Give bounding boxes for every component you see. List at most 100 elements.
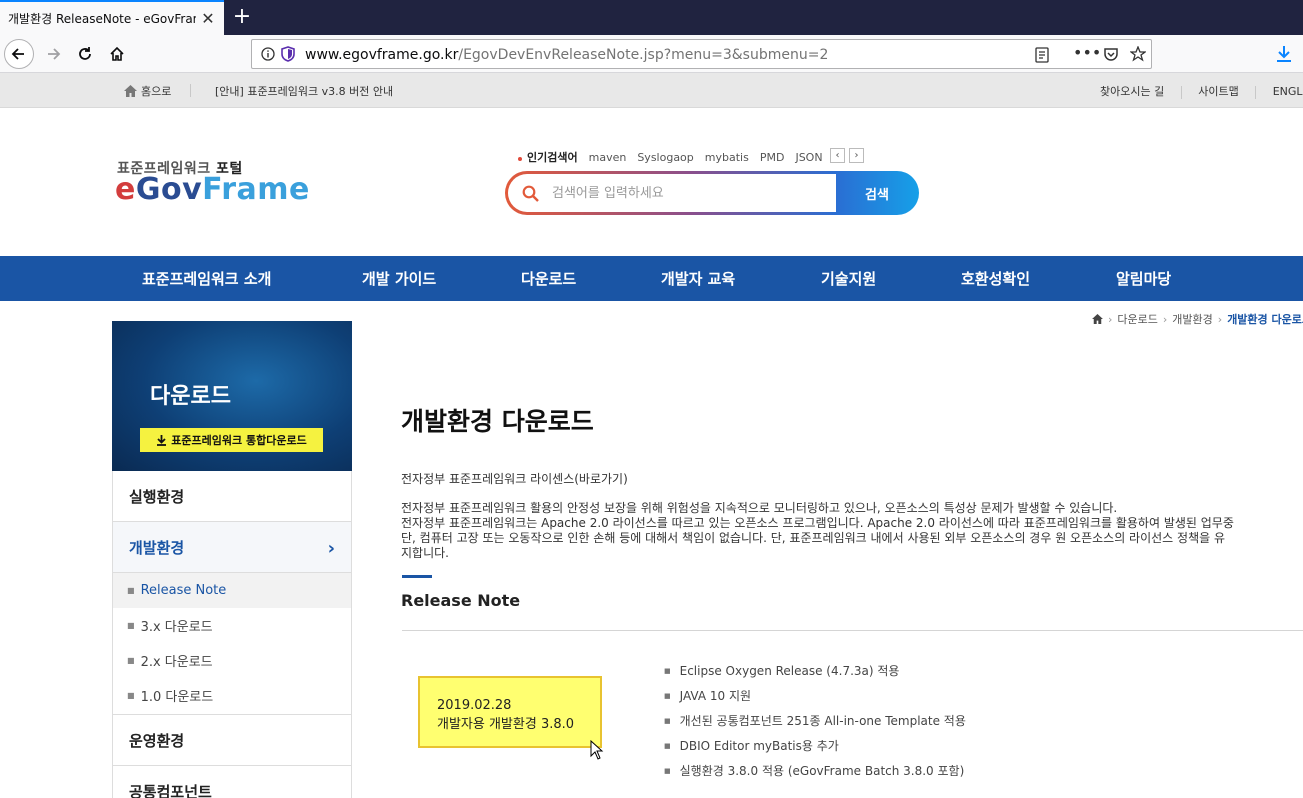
bookmark-star-icon[interactable] <box>1130 46 1146 62</box>
nav-item-compat[interactable]: 호환성확인 <box>961 268 1030 289</box>
pocket-icon[interactable] <box>1103 47 1119 62</box>
note-text: DBIO Editor myBatis용 추가 <box>679 739 839 753</box>
back-icon[interactable] <box>4 39 34 69</box>
url-text: www.egovframe.go.kr/EgovDevEnvReleaseNot… <box>305 47 828 63</box>
logo-e: e <box>115 172 136 207</box>
license-line: 지합니다. <box>401 546 449 560</box>
bullet-icon: ■ <box>664 691 671 700</box>
bullet-icon: ■ <box>664 766 671 775</box>
util-link-english[interactable]: ENGLISH <box>1273 85 1303 98</box>
nav-item-notice[interactable]: 알림마당 <box>1116 268 1171 289</box>
popular-keyword[interactable]: mybatis <box>705 151 749 164</box>
next-keyword-icon[interactable]: › <box>849 148 864 163</box>
list-item: ■ 실행환경 3.8.0 적용 (eGovFrame Batch 3.8.0 포함… <box>664 758 966 783</box>
search-box: 검색 <box>505 171 919 215</box>
util-links: 찾아오시는 길 사이트맵 ENGLISH <box>1100 83 1303 99</box>
search-input-wrap <box>508 174 836 212</box>
list-item: ■ Eclipse Oxygen Release (4.7.3a) 적용 <box>664 658 966 683</box>
sidebar-item-operation[interactable]: 운영환경 <box>113 715 351 766</box>
home-icon[interactable] <box>102 39 132 69</box>
logo-gov: Gov <box>135 172 203 207</box>
nav-item-support[interactable]: 기술지원 <box>821 268 876 289</box>
release-date: 2019.02.28 <box>437 698 512 713</box>
section-title: Release Note <box>401 591 521 610</box>
prev-keyword-icon[interactable]: ‹ <box>830 148 845 163</box>
popular-nav: ‹ › <box>830 148 864 163</box>
sidebar-sub-3x[interactable]: ■ 3.x 다운로드 <box>113 608 351 643</box>
new-tab-icon[interactable]: + <box>230 4 254 30</box>
sidebar-item-runtime[interactable]: 실행환경 <box>113 471 351 522</box>
info-icon[interactable] <box>261 47 275 61</box>
license-line: 전자정부 표준프레임워크 활용의 안정성 보장을 위해 위험성을 지속적으로 모… <box>401 501 1118 515</box>
nav-item-dev-guide[interactable]: 개발 가이드 <box>362 268 436 289</box>
popular-keyword[interactable]: Syslogaop <box>637 151 693 164</box>
forward-icon[interactable] <box>38 39 68 69</box>
divider <box>190 84 191 97</box>
page-actions-icon[interactable]: ••• <box>1073 43 1101 62</box>
integrated-download-button[interactable]: 표준프레임워크 통합다운로드 <box>140 428 323 452</box>
url-path: /EgovDevEnvReleaseNote.jsp?menu=3&submen… <box>458 47 829 63</box>
sidebar-title: 다운로드 <box>150 384 231 409</box>
chevron-right-icon: › <box>1217 312 1223 326</box>
popular-label-text: 인기검색어 <box>527 151 578 164</box>
util-home-link[interactable]: 홈으로 <box>124 83 171 99</box>
popular-keyword[interactable]: JSON <box>795 151 822 164</box>
notice-link[interactable]: [안내] 표준프레임워크 v3.8 버전 안내 <box>215 83 393 99</box>
sidebar-sub-2x[interactable]: ■ 2.x 다운로드 <box>113 643 351 678</box>
search-icon <box>522 185 539 202</box>
license-line: 단, 컴퓨터 고장 또는 오동작으로 인한 손해 등에 대해서 책임이 없습니다… <box>401 531 1226 545</box>
sidebar-item-devenv[interactable]: 개발환경 › <box>113 522 351 573</box>
util-link-sitemap[interactable]: 사이트맵 <box>1198 83 1238 99</box>
reader-view-icon[interactable] <box>1035 47 1049 63</box>
breadcrumb-current: 개발환경 다운로드 <box>1227 313 1303 326</box>
home-icon[interactable] <box>1092 314 1103 324</box>
nav-item-download[interactable]: 다운로드 <box>521 268 576 289</box>
bullet-icon: ■ <box>664 666 671 675</box>
browser-tabbar: 개발환경 ReleaseNote - eGovFrame ✕ + <box>0 0 1303 35</box>
bullet-icon: ■ <box>127 691 135 700</box>
chevron-right-icon: › <box>1108 312 1113 326</box>
popular-label: 인기검색어 <box>518 149 578 165</box>
list-item: ■ JAVA 10 지원 <box>664 683 966 708</box>
license-link[interactable]: 전자정부 표준프레임워크 라이센스(바로가기) <box>401 470 628 487</box>
site-logo[interactable]: eGovFrame <box>115 172 310 207</box>
list-item: ■ DBIO Editor myBatis용 추가 <box>664 733 966 758</box>
sub-label: 3.x 다운로드 <box>140 620 213 635</box>
tracking-shield-icon[interactable] <box>281 46 295 62</box>
tab-close-icon[interactable]: ✕ <box>198 9 218 29</box>
popular-keyword[interactable]: maven <box>589 151 627 164</box>
section-accent-bar <box>402 575 432 578</box>
release-name: 개발자용 개발환경 3.8.0 <box>437 717 575 732</box>
util-link-directions[interactable]: 찾아오시는 길 <box>1100 83 1164 99</box>
reload-icon[interactable] <box>70 39 100 69</box>
sub-label: 2.x 다운로드 <box>140 655 213 670</box>
page-title: 개발환경 다운로드 <box>401 407 594 436</box>
download-icon[interactable] <box>1276 45 1292 63</box>
nav-item-intro[interactable]: 표준프레임워크 소개 <box>142 268 271 289</box>
browser-tab[interactable]: 개발환경 ReleaseNote - eGovFrame ✕ <box>0 0 224 35</box>
sidebar-submenu: ■ Release Note ■ 3.x 다운로드 ■ 2.x 다운로드 ■ 1.0 다… <box>113 573 351 715</box>
sidebar-hero: 다운로드 표준프레임워크 통합다운로드 <box>112 321 352 471</box>
breadcrumb: › 다운로드 › 개발환경 › 개발환경 다운로드 <box>1092 311 1303 327</box>
release-version-box[interactable]: 2019.02.28 개발자용 개발환경 3.8.0 <box>418 676 602 748</box>
note-text: 실행환경 3.8.0 적용 (eGovFrame Batch 3.8.0 포함) <box>679 764 965 778</box>
nav-item-education[interactable]: 개발자 교육 <box>661 268 735 289</box>
search-input[interactable] <box>552 183 822 203</box>
sidebar-item-common-components[interactable]: 공통컴포넌트 <box>113 766 351 798</box>
search-button[interactable]: 검색 <box>838 171 916 215</box>
integrated-download-label: 표준프레임워크 통합다운로드 <box>171 434 307 447</box>
bullet-icon: ■ <box>127 586 135 595</box>
url-bar[interactable]: www.egovframe.go.kr/EgovDevEnvReleaseNot… <box>251 39 1152 69</box>
breadcrumb-item[interactable]: 다운로드 <box>1117 311 1157 327</box>
list-item: ■ 개선된 공통컴포넌트 251종 All-in-one Template 적용 <box>664 708 966 733</box>
sidebar-sub-1x[interactable]: ■ 1.0 다운로드 <box>113 678 351 713</box>
sub-label: 1.0 다운로드 <box>140 690 214 705</box>
popular-keywords: 인기검색어 maven Syslogaop mybatis PMD JSON <box>518 149 823 165</box>
mouse-cursor-icon <box>590 740 604 760</box>
chevron-right-icon: › <box>327 538 335 559</box>
sidebar-sub-release-note[interactable]: ■ Release Note <box>113 573 351 608</box>
popular-keyword[interactable]: PMD <box>760 151 785 164</box>
breadcrumb-item[interactable]: 개발환경 <box>1172 311 1212 327</box>
bullet-icon: ■ <box>127 656 135 665</box>
note-text: 개선된 공통컴포넌트 251종 All-in-one Template 적용 <box>679 714 966 728</box>
